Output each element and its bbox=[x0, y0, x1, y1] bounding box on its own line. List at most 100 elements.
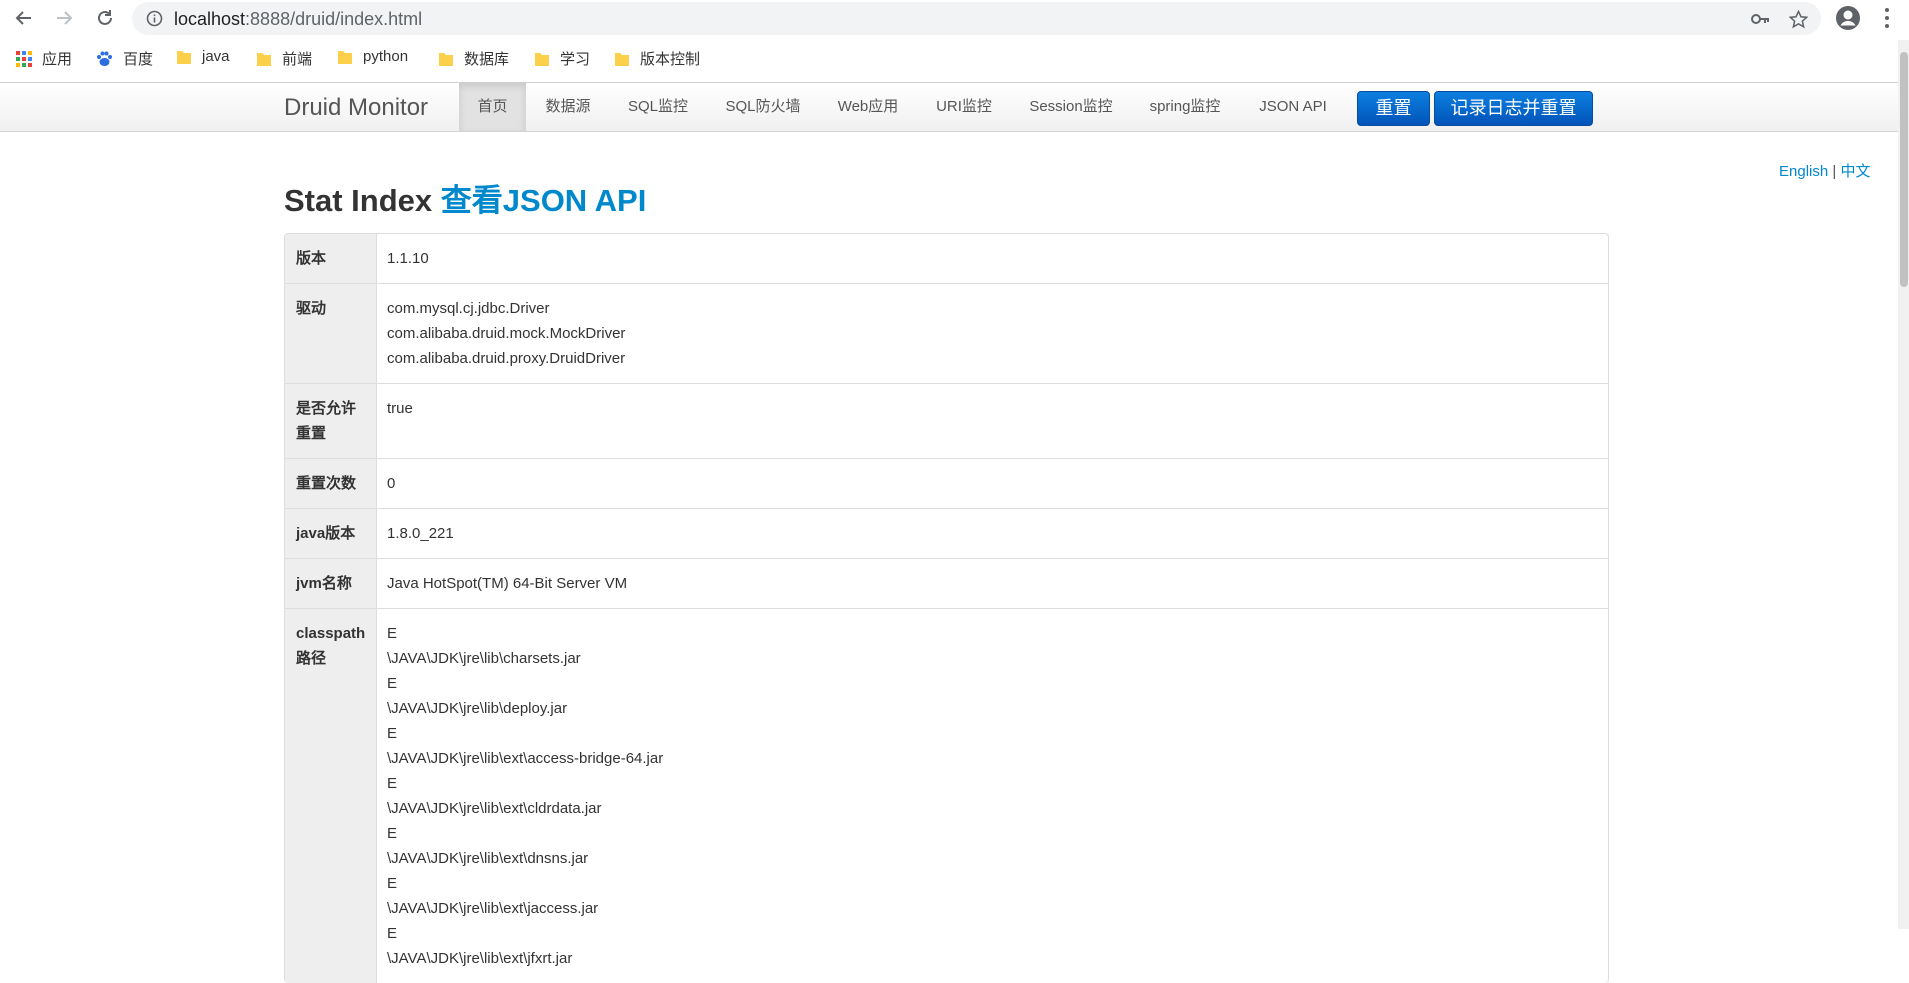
bookmark-label: 数据库 bbox=[464, 51, 510, 68]
bookmark-folder-python[interactable]: python bbox=[337, 48, 408, 65]
bookmark-label: python bbox=[363, 48, 409, 65]
bookmark-folder-study[interactable]: 学习 bbox=[534, 48, 590, 69]
page-title: Stat Index 查看JSON API bbox=[284, 175, 646, 220]
lang-english-link[interactable]: English bbox=[1779, 163, 1828, 180]
bookmark-folder-java[interactable]: java bbox=[176, 48, 230, 65]
row-value: com.mysql.cj.jdbc.Driver com.alibaba.drui… bbox=[377, 284, 1608, 383]
forward-button[interactable] bbox=[50, 4, 78, 32]
url-host: localhost bbox=[174, 9, 246, 29]
table-row: 版本 1.1.10 bbox=[285, 234, 1608, 283]
url-text: localhost:8888/druid/index.html bbox=[174, 9, 422, 30]
value-line: E bbox=[387, 725, 398, 742]
baidu-paw-icon bbox=[97, 51, 112, 66]
row-label: jvm名称 bbox=[285, 559, 377, 608]
star-icon[interactable] bbox=[1789, 10, 1808, 29]
value-line: \JAVA\JDK\jre\lib\ext\cldrdata.jar bbox=[387, 800, 602, 817]
nav-home[interactable]: 首页 bbox=[459, 83, 526, 131]
view-json-api-link[interactable]: 查看JSON API bbox=[441, 183, 647, 218]
address-bar[interactable]: localhost:8888/druid/index.html bbox=[132, 2, 1821, 35]
value-line: 1.8.0_221 bbox=[387, 525, 454, 542]
bookmark-label: 应用 bbox=[42, 51, 73, 68]
nav-spring-monitor[interactable]: spring监控 bbox=[1130, 83, 1240, 131]
value-line: \JAVA\JDK\jre\lib\ext\jaccess.jar bbox=[387, 900, 599, 917]
bookmark-folder-database[interactable]: 数据库 bbox=[438, 48, 509, 69]
arrow-left-icon bbox=[15, 11, 31, 25]
value-line: E bbox=[387, 825, 398, 842]
value-line: com.alibaba.druid.mock.MockDriver bbox=[387, 325, 626, 342]
table-row: 驱动 com.mysql.cj.jdbc.Driver com.alibaba.dr… bbox=[285, 283, 1608, 383]
value-line: E bbox=[387, 625, 398, 642]
bookmark-baidu[interactable]: 百度 bbox=[96, 48, 153, 69]
folder-icon bbox=[177, 50, 191, 64]
brand-logo[interactable]: Druid Monitor bbox=[284, 94, 428, 122]
lang-chinese-link[interactable]: 中文 bbox=[1840, 163, 1870, 180]
row-value: Java HotSpot(TM) 64-Bit Server VM bbox=[377, 559, 1608, 608]
lang-separator: | bbox=[1832, 163, 1837, 180]
bookmark-folder-version-control[interactable]: 版本控制 bbox=[614, 48, 700, 69]
nav-uri-monitor[interactable]: URI监控 bbox=[916, 83, 1012, 131]
folder-icon bbox=[535, 52, 549, 66]
bookmark-label: 前端 bbox=[282, 51, 313, 68]
table-row: 重置次数 0 bbox=[285, 458, 1608, 508]
bookmark-folder-frontend[interactable]: 前端 bbox=[256, 48, 312, 69]
table-row: classpath路径 E \JAVA\JDK\jre\lib\charsets.j… bbox=[285, 608, 1608, 983]
key-icon[interactable] bbox=[1750, 10, 1770, 28]
bookmark-label: 学习 bbox=[560, 51, 591, 68]
value-line: Java HotSpot(TM) 64-Bit Server VM bbox=[387, 575, 628, 592]
table-row: jvm名称 Java HotSpot(TM) 64-Bit Server VM bbox=[285, 558, 1608, 608]
row-label: classpath路径 bbox=[285, 609, 377, 983]
value-line: \JAVA\JDK\jre\lib\charsets.jar bbox=[387, 650, 581, 667]
row-value: 0 bbox=[377, 459, 1608, 508]
row-value: 1.8.0_221 bbox=[377, 509, 1608, 558]
value-line: \JAVA\JDK\jre\lib\deploy.jar bbox=[387, 700, 568, 717]
bookmark-label: java bbox=[202, 48, 230, 65]
reset-button[interactable]: 重置 bbox=[1357, 91, 1430, 126]
row-value: 1.1.10 bbox=[377, 234, 1608, 283]
profile-avatar-icon[interactable] bbox=[1835, 5, 1861, 31]
reload-button[interactable] bbox=[91, 4, 119, 32]
value-line: 0 bbox=[387, 475, 396, 492]
table-row: java版本 1.8.0_221 bbox=[285, 508, 1608, 558]
arrow-right-icon bbox=[57, 11, 73, 25]
value-line: E bbox=[387, 775, 398, 792]
value-line: \JAVA\JDK\jre\lib\ext\access-bridge-64.j… bbox=[387, 750, 664, 767]
row-value: true bbox=[377, 384, 1608, 458]
nav-sql-firewall[interactable]: SQL防火墙 bbox=[706, 83, 820, 131]
nav-session-monitor[interactable]: Session监控 bbox=[1012, 83, 1130, 131]
apps-grid-icon bbox=[16, 50, 32, 67]
stat-index-table: 版本 1.1.10 驱动 com.mysql.cj.jdbc.Driver com.al… bbox=[284, 233, 1609, 983]
bookmark-label: 版本控制 bbox=[640, 51, 701, 68]
value-line: com.mysql.cj.jdbc.Driver bbox=[387, 300, 550, 317]
log-and-reset-button[interactable]: 记录日志并重置 bbox=[1434, 91, 1593, 126]
bookmark-apps[interactable]: 应用 bbox=[16, 48, 72, 69]
value-line: E bbox=[387, 675, 398, 692]
language-switch: English | 中文 bbox=[1779, 160, 1870, 181]
value-line: \JAVA\JDK\jre\lib\ext\dnsns.jar bbox=[387, 850, 589, 867]
folder-icon bbox=[439, 52, 453, 66]
row-label: 驱动 bbox=[285, 284, 377, 383]
back-button[interactable] bbox=[10, 4, 38, 32]
page-title-text: Stat Index bbox=[284, 183, 433, 218]
value-line: com.alibaba.druid.proxy.DruidDriver bbox=[387, 350, 626, 367]
nav-json-api[interactable]: JSON API bbox=[1240, 83, 1346, 131]
folder-icon bbox=[615, 52, 629, 66]
table-row: 是否允许重置 true bbox=[285, 383, 1608, 458]
value-line: 1.1.10 bbox=[387, 250, 429, 267]
reload-icon bbox=[98, 10, 112, 25]
url-path: :8888/druid/index.html bbox=[245, 9, 423, 29]
druid-navbar: Druid Monitor 首页 数据源 SQL监控 SQL防火墙 Web应用 … bbox=[0, 83, 1909, 132]
bookmarks-bar: 应用 百度 java 前端 python 数据库 学习 版本控制 bbox=[0, 44, 1909, 74]
more-menu-icon[interactable] bbox=[1884, 7, 1890, 29]
browser-toolbar: localhost:8888/druid/index.html bbox=[0, 0, 1909, 36]
folder-icon bbox=[338, 50, 352, 64]
nav-datasource[interactable]: 数据源 bbox=[526, 83, 610, 131]
row-label: 重置次数 bbox=[285, 459, 377, 508]
nav-sql-monitor[interactable]: SQL监控 bbox=[610, 83, 706, 131]
page-scrollbar-thumb[interactable] bbox=[1900, 52, 1908, 287]
value-line: E bbox=[387, 875, 398, 892]
bookmark-label: 百度 bbox=[123, 51, 154, 68]
nav-web-app[interactable]: Web应用 bbox=[820, 83, 916, 131]
info-icon bbox=[146, 10, 163, 27]
row-label: java版本 bbox=[285, 509, 377, 558]
folder-icon bbox=[257, 52, 271, 66]
